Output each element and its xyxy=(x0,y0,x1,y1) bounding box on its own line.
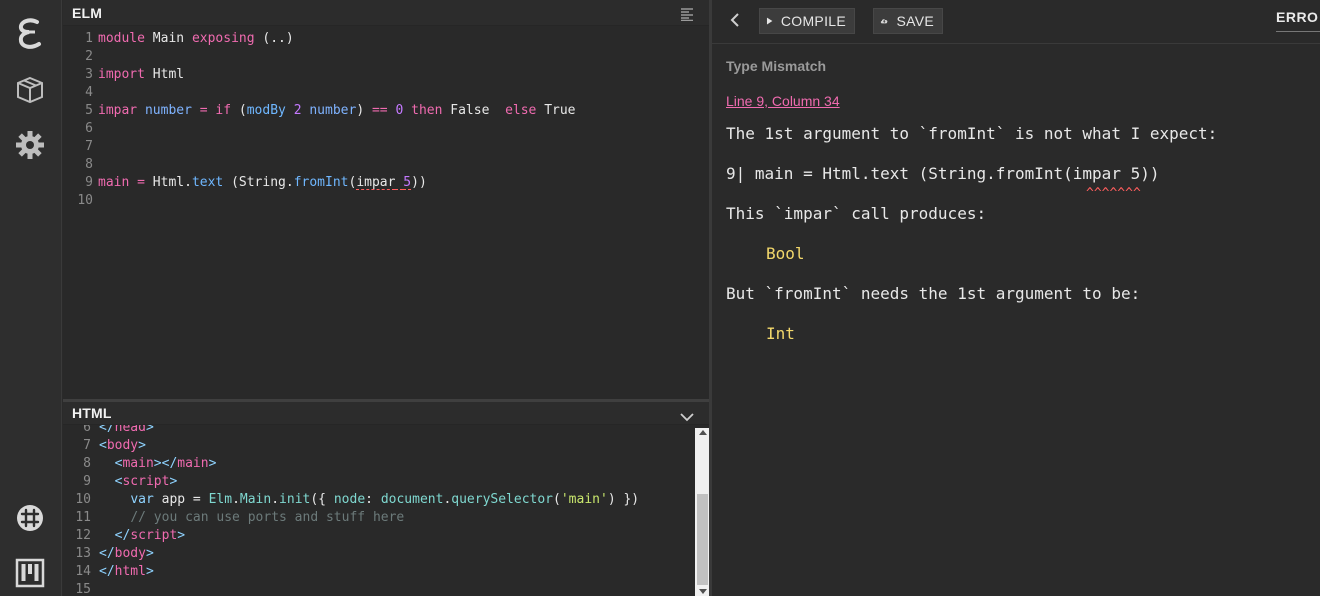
html-panel-header: HTML xyxy=(63,402,710,425)
code-line: 10 xyxy=(63,192,710,210)
html-editor-panel: HTML 6 </head> 7 <body> 8 <main></main> 9 <sc… xyxy=(63,402,710,596)
code-line: 7 xyxy=(63,138,710,156)
error-message: Type Mismatch Line 9, Column 34 The 1st … xyxy=(726,58,1310,343)
code-line: 4 xyxy=(63,84,710,102)
line-number: 1 xyxy=(85,31,93,46)
line-number: 7 xyxy=(85,139,93,154)
code-line: 15 xyxy=(63,581,695,596)
line-number: 2 xyxy=(85,49,93,64)
scroll-up-icon[interactable] xyxy=(699,430,707,435)
format-lines-icon[interactable] xyxy=(680,6,694,25)
cloud-upload-icon xyxy=(880,19,888,24)
output-toolbar: COMPILE SAVE ERRO xyxy=(712,0,1320,44)
elm-panel-header: ELM xyxy=(63,0,710,26)
error-type: Bool xyxy=(766,244,805,263)
line-number: 8 xyxy=(83,456,91,471)
line-number: 15 xyxy=(75,582,91,596)
error-text: The 1st argument to `fromInt` is not wha… xyxy=(726,124,1218,143)
html-scrollbar[interactable] xyxy=(695,428,710,596)
code-line: 6 xyxy=(63,120,710,138)
line-number: 4 xyxy=(85,85,93,100)
code-line: 2 xyxy=(63,48,710,66)
line-number: 10 xyxy=(75,492,91,507)
error-text: This `impar` call produces: xyxy=(726,204,987,223)
chevron-down-icon[interactable] xyxy=(680,407,694,426)
error-underline: impar 5 xyxy=(356,175,412,190)
code-line: 8 <main></main> xyxy=(63,455,695,473)
error-carets: ^^^^^^^ xyxy=(1086,186,1141,201)
errors-tab-underline xyxy=(1276,31,1320,32)
code-line: 6 </head> xyxy=(63,425,695,437)
chevron-left-icon[interactable] xyxy=(730,12,740,32)
sidebar xyxy=(0,0,62,596)
elm-editor-panel: ELM 1 module Main exposing (..) 2 3 import… xyxy=(63,0,710,400)
code-line: 11 // you can use ports and stuff here xyxy=(63,509,695,527)
line-number: 6 xyxy=(85,121,93,136)
errors-tab[interactable]: ERRO xyxy=(1276,9,1318,25)
code-line: 3 import Html xyxy=(63,66,710,84)
settings-gear-icon[interactable] xyxy=(13,128,47,162)
line-number: 13 xyxy=(75,546,91,561)
error-location-link[interactable]: Line 9, Column 34 xyxy=(726,93,840,109)
code-line: 12 </script> xyxy=(63,527,695,545)
line-number: 11 xyxy=(75,510,91,525)
error-text: But `fromInt` needs the 1st argument to … xyxy=(726,284,1141,303)
html-panel-title: HTML xyxy=(72,405,112,421)
play-icon xyxy=(766,17,773,25)
package-icon[interactable] xyxy=(13,73,47,107)
elm-logo-icon[interactable] xyxy=(13,16,47,50)
code-line: 10 var app = Elm.Main.init({ node: docum… xyxy=(63,491,695,509)
community-icon[interactable] xyxy=(13,501,47,535)
save-button[interactable]: SAVE xyxy=(873,8,943,34)
elm-panel-title: ELM xyxy=(72,4,103,21)
error-title: Type Mismatch xyxy=(726,58,827,74)
line-number: 3 xyxy=(85,67,93,82)
line-number: 14 xyxy=(75,564,91,579)
line-number: 5 xyxy=(85,103,93,118)
compile-label: COMPILE xyxy=(780,13,846,29)
code-line: 1 module Main exposing (..) xyxy=(63,30,710,48)
code-line: 14 </html> xyxy=(63,563,695,581)
scroll-down-icon[interactable] xyxy=(699,589,707,594)
error-type: Int xyxy=(766,324,795,343)
compile-button[interactable]: COMPILE xyxy=(759,8,855,34)
elm-code-editor[interactable]: 1 module Main exposing (..) 2 3 import Htm… xyxy=(63,30,710,210)
line-number: 8 xyxy=(85,157,93,172)
code-line: 8 xyxy=(63,156,710,174)
code-line: 7 <body> xyxy=(63,437,695,455)
line-number: 9 xyxy=(83,474,91,489)
output-panel: COMPILE SAVE ERRO Type Mismatch Line 9, … xyxy=(712,0,1320,596)
line-number: 9 xyxy=(85,175,93,190)
scroll-thumb[interactable] xyxy=(697,494,708,585)
code-line: 9 <script> xyxy=(63,473,695,491)
save-label: SAVE xyxy=(896,13,934,29)
code-line: 5 impar number = if (modBy 2 number) == 0… xyxy=(63,102,710,120)
error-code-line: 9| main = Html.text (String.fromInt(impa… xyxy=(726,164,1160,183)
code-line: 13 </body> xyxy=(63,545,695,563)
kanban-icon[interactable] xyxy=(13,556,47,590)
line-number: 6 xyxy=(83,425,91,435)
code-line: 9 main = Html.text (String.fromInt(impar … xyxy=(63,174,710,192)
line-number: 7 xyxy=(83,438,91,453)
html-code-editor[interactable]: 6 </head> 7 <body> 8 <main></main> 9 <script>… xyxy=(63,425,695,596)
line-number: 10 xyxy=(77,193,93,208)
line-number: 12 xyxy=(75,528,91,543)
